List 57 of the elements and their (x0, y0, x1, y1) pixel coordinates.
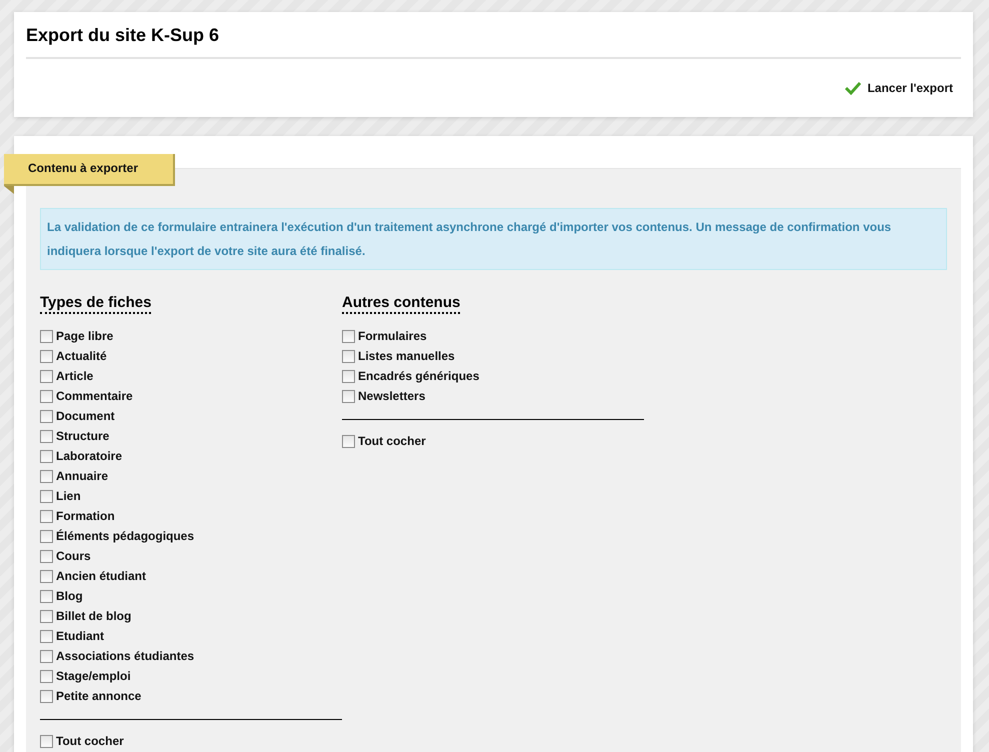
checkbox[interactable] (40, 550, 53, 562)
checkbox[interactable] (40, 490, 53, 502)
checkbox-label: Structure (56, 429, 110, 443)
ribbon-fold-icon (4, 186, 14, 194)
checkbox[interactable] (40, 370, 53, 382)
checkbox[interactable] (40, 650, 53, 662)
checkbox-label: Article (56, 369, 94, 383)
group-heading: Autres contenus (342, 294, 460, 314)
checkbox-label: Cours (56, 549, 91, 563)
checkbox[interactable] (40, 330, 53, 342)
checkbox-label: Document (56, 409, 115, 423)
checkbox[interactable] (342, 434, 355, 448)
checkbox-label: Ancien étudiant (56, 569, 146, 583)
checkbox-label: Éléments pédagogiques (56, 529, 194, 543)
checkbox-label: Lien (56, 489, 81, 503)
page-title: Export du site K-Sup 6 (26, 24, 961, 59)
checkbox-label: Associations étudiantes (56, 649, 194, 663)
checkbox[interactable] (40, 570, 53, 582)
checkbox-label: Tout cocher (358, 434, 426, 448)
checkbox[interactable] (40, 410, 53, 422)
checkbox-label: Laboratoire (56, 449, 122, 463)
checkbox-label: Tout cocher (56, 734, 124, 748)
checkbox-label: Newsletters (358, 389, 426, 403)
checkbox[interactable] (40, 430, 53, 442)
checkbox-label: Stage/emploi (56, 669, 131, 683)
checkbox-label: Commentaire (56, 389, 133, 403)
checkbox[interactable] (40, 350, 53, 362)
checkbox[interactable] (342, 330, 355, 342)
checkbox[interactable] (40, 450, 53, 462)
checkbox[interactable] (40, 470, 53, 482)
checkbox[interactable] (40, 690, 53, 702)
info-message: La validation de ce formulaire entrainera l'exécution d'un traitement asynchrone chargé d'importer vos contenus. Un message de confirmation vous indiquera lorsque l'export de votre site aura été finalisé. (40, 208, 947, 270)
checkbox-label: Formulaires (358, 329, 427, 343)
checkbox[interactable] (40, 630, 53, 642)
checkbox-label: Formation (56, 509, 115, 523)
checkbox-label: Petite annonce (56, 689, 142, 703)
launch-export-button[interactable]: Lancer l'export (845, 79, 953, 97)
checkbox-label: Annuaire (56, 469, 108, 483)
checkbox[interactable] (40, 670, 53, 682)
checkbox[interactable] (342, 350, 355, 362)
checkbox-label: Billet de blog (56, 609, 132, 623)
checkbox[interactable] (40, 390, 53, 402)
checkbox[interactable] (40, 734, 53, 748)
checkbox-label: Page libre (56, 329, 114, 343)
checkbox-label: Etudiant (56, 629, 104, 643)
check-icon (845, 81, 862, 95)
checkbox[interactable] (342, 390, 355, 402)
checkbox[interactable] (40, 590, 53, 602)
group-heading: Types de fiches (40, 294, 152, 314)
checkbox-label: Listes manuelles (358, 349, 455, 363)
checkbox[interactable] (40, 510, 53, 522)
checkbox[interactable] (342, 370, 355, 382)
checkbox-label: Blog (56, 589, 83, 603)
checkbox-label: Actualité (56, 349, 107, 363)
checkbox[interactable] (40, 530, 53, 542)
checkbox[interactable] (40, 610, 53, 622)
checkbox-label: Encadrés génériques (358, 369, 480, 383)
